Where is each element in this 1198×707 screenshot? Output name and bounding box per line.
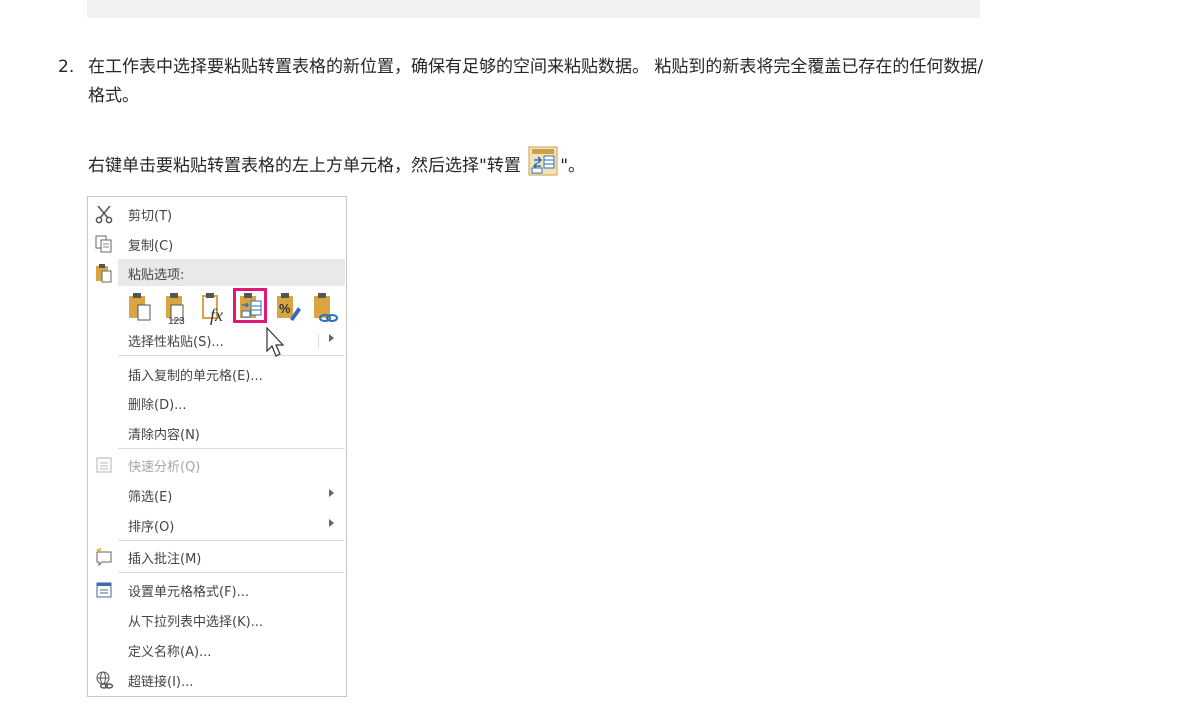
previous-image-bottom [87, 0, 980, 18]
paste-options-label: 粘贴选项: [128, 268, 185, 283]
menu-item-insert-comment[interactable]: 插入批注(M) [88, 543, 346, 571]
menu-item-cut[interactable]: 剪切(T) [88, 200, 346, 228]
mouse-pointer-icon [266, 326, 288, 361]
menu-label-paste-special: 选择性粘贴(S)... [128, 335, 224, 350]
instruction-text-before: 右键单击要粘贴转置表格的左上方单元格，然后选择"转置 [88, 156, 527, 176]
svg-text:fx: fx [210, 305, 223, 325]
menu-item-copy[interactable]: 复制(C) [88, 230, 346, 258]
menu-label-cut: 剪切(T) [128, 209, 173, 224]
step-number: 2. [58, 57, 75, 77]
submenu-arrow-icon [329, 519, 334, 527]
split-divider [318, 334, 319, 348]
menu-item-insert-copied[interactable]: 插入复制的单元格(E)... [88, 360, 346, 388]
menu-label-quick-analysis: 快速分析(Q) [128, 460, 201, 475]
menu-divider [118, 355, 345, 356]
paste-link-icon[interactable] [311, 291, 341, 325]
menu-label-copy: 复制(C) [128, 239, 174, 254]
comment-icon [94, 547, 114, 567]
paste-formatting-icon[interactable]: % [274, 291, 304, 325]
transpose-highlight [233, 288, 267, 323]
submenu-arrow-icon [329, 489, 334, 497]
menu-divider [118, 540, 345, 541]
menu-item-clear[interactable]: 清除内容(N) [88, 419, 346, 447]
paste-icon[interactable] [126, 291, 156, 325]
menu-item-define-name[interactable]: 定义名称(A)... [88, 636, 346, 664]
step-text: 在工作表中选择要粘贴转置表格的新位置，确保有足够的空间来粘贴数据。 粘贴到的新表… [88, 57, 984, 106]
menu-label-define-name: 定义名称(A)... [128, 645, 212, 660]
menu-label-sort: 排序(O) [128, 520, 175, 535]
menu-label-pick-from-list: 从下拉列表中选择(K)... [128, 615, 264, 630]
menu-divider [118, 448, 345, 449]
menu-item-filter[interactable]: 筛选(E) [88, 481, 346, 509]
paste-values-icon[interactable]: 123 [163, 291, 193, 327]
quick-analysis-icon [94, 455, 114, 475]
copy-icon [94, 234, 114, 254]
menu-item-hyperlink[interactable]: 超链接(I)... [88, 666, 346, 694]
svg-text:%: % [279, 301, 291, 316]
menu-label-clear: 清除内容(N) [128, 428, 200, 443]
submenu-arrow-icon [329, 334, 334, 342]
instruction-line: 右键单击要粘贴转置表格的左上方单元格，然后选择"转置 "。 [88, 146, 585, 186]
context-menu: 剪切(T) 复制(C) 粘贴选项: 123 fx % 选择性粘贴(S)... 插… [87, 196, 347, 697]
instruction-text-after: "。 [560, 156, 586, 176]
scissors-icon [94, 204, 114, 224]
menu-divider [118, 572, 345, 573]
menu-label-delete: 删除(D)... [128, 398, 187, 413]
svg-text:123: 123 [168, 316, 185, 325]
paste-options-header: 粘贴选项: [118, 259, 345, 286]
format-cells-icon [94, 580, 114, 600]
hyperlink-icon [94, 670, 114, 690]
menu-label-hyperlink: 超链接(I)... [128, 675, 194, 690]
menu-item-pick-from-list[interactable]: 从下拉列表中选择(K)... [88, 606, 346, 634]
menu-label-insert-comment: 插入批注(M) [128, 552, 202, 567]
menu-label-format-cells: 设置单元格格式(F)... [128, 585, 250, 600]
menu-item-sort[interactable]: 排序(O) [88, 511, 346, 539]
menu-item-quick-analysis: 快速分析(Q) [88, 451, 346, 479]
transpose-icon [528, 146, 558, 186]
menu-item-delete[interactable]: 删除(D)... [88, 389, 346, 417]
menu-item-format-cells[interactable]: 设置单元格格式(F)... [88, 576, 346, 604]
menu-label-filter: 筛选(E) [128, 490, 173, 505]
menu-item-paste-special[interactable]: 选择性粘贴(S)... [88, 326, 346, 354]
paste-formulas-icon[interactable]: fx [200, 291, 230, 325]
menu-label-insert-copied: 插入复制的单元格(E)... [128, 369, 263, 384]
paste-icon [94, 263, 114, 283]
